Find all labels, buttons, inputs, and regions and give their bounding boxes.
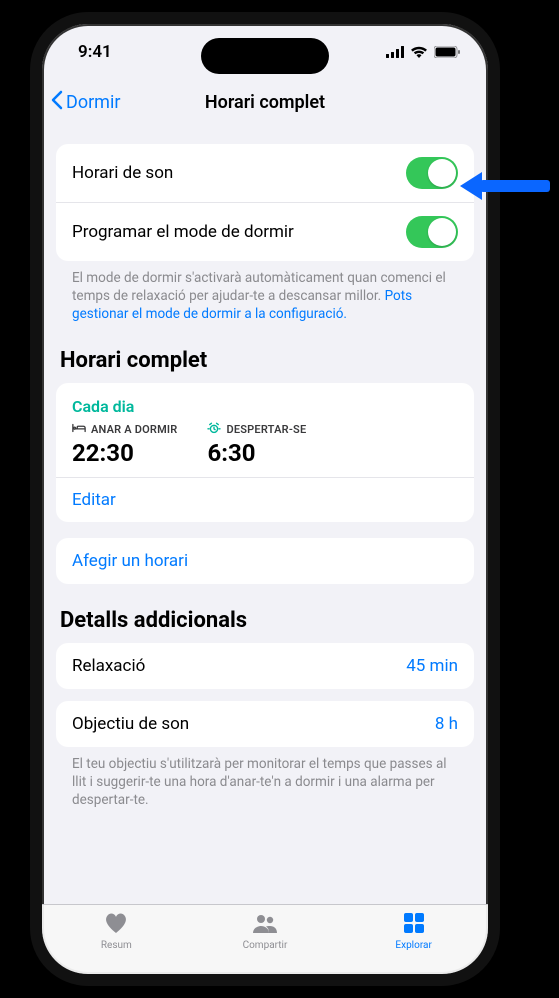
status-time: 9:41 bbox=[78, 42, 112, 62]
sleep-goal-row[interactable]: Objectiu de son 8 h bbox=[56, 701, 474, 747]
wifi-icon bbox=[410, 46, 428, 58]
alarm-icon bbox=[207, 422, 221, 437]
bedtime-block: ANAR A DORMIR 22:30 bbox=[72, 422, 177, 467]
sleep-schedule-row: Horari de son bbox=[56, 144, 474, 202]
bedtime-label: ANAR A DORMIR bbox=[91, 423, 177, 436]
heart-icon bbox=[102, 911, 130, 938]
wake-label: DESPERTAR-SE bbox=[226, 423, 306, 436]
dynamic-island bbox=[201, 38, 329, 74]
tab-browse[interactable]: Explorar bbox=[369, 911, 459, 951]
content-scroll[interactable]: Horari de son Programar el mode de dormi… bbox=[42, 134, 488, 904]
schedule-card: Cada dia ANAR A DORMIR 22:30 bbox=[56, 383, 474, 522]
goal-footnote: El teu objectiu s'utilitzarà per monitor… bbox=[56, 747, 474, 810]
nav-bar: Dormir Horari complet bbox=[42, 80, 488, 124]
back-button[interactable]: Dormir bbox=[50, 90, 120, 115]
bed-icon bbox=[72, 422, 86, 437]
callout-arrow-icon bbox=[460, 166, 550, 210]
phone-frame: 9:41 Dormir Horari complet Horari de son bbox=[30, 12, 500, 986]
chevron-left-icon bbox=[50, 90, 64, 115]
edit-schedule-button[interactable]: Editar bbox=[56, 477, 474, 522]
add-schedule-button[interactable]: Afegir un horari bbox=[56, 538, 474, 584]
page-title: Horari complet bbox=[205, 92, 325, 113]
sleep-goal-label: Objectiu de son bbox=[72, 714, 189, 734]
wake-value: 6:30 bbox=[207, 439, 306, 467]
wake-block: DESPERTAR-SE 6:30 bbox=[207, 422, 306, 467]
tab-share[interactable]: Compartir bbox=[220, 911, 310, 951]
tab-browse-label: Explorar bbox=[395, 940, 431, 951]
wind-down-value: 45 min bbox=[406, 656, 458, 676]
sleep-goal-value: 8 h bbox=[435, 714, 458, 734]
schedule-days: Cada dia bbox=[72, 397, 458, 416]
tab-summary-label: Resum bbox=[101, 940, 132, 951]
sleep-schedule-label: Horari de son bbox=[72, 163, 173, 183]
wind-down-card: Relaxació 45 min bbox=[56, 643, 474, 689]
schedule-focus-toggle[interactable] bbox=[406, 216, 458, 248]
goal-card: Objectiu de son 8 h bbox=[56, 701, 474, 747]
tab-summary[interactable]: Resum bbox=[71, 911, 161, 951]
cellular-icon bbox=[386, 46, 404, 58]
schedule-focus-label: Programar el mode de dormir bbox=[72, 222, 294, 242]
people-icon bbox=[251, 911, 279, 938]
details-header: Detalls addicionals bbox=[56, 584, 474, 643]
back-label: Dormir bbox=[66, 92, 120, 113]
tab-share-label: Compartir bbox=[243, 940, 288, 951]
toggles-card: Horari de son Programar el mode de dormi… bbox=[56, 144, 474, 261]
wind-down-row[interactable]: Relaxació 45 min bbox=[56, 643, 474, 689]
full-schedule-header: Horari complet bbox=[56, 324, 474, 383]
schedule-focus-row: Programar el mode de dormir bbox=[56, 202, 474, 261]
grid-icon bbox=[400, 911, 428, 938]
bedtime-value: 22:30 bbox=[72, 439, 177, 467]
add-schedule-card: Afegir un horari bbox=[56, 538, 474, 584]
battery-icon bbox=[434, 46, 460, 58]
sleep-schedule-toggle[interactable] bbox=[406, 157, 458, 189]
tab-bar: Resum Compartir Explorar bbox=[42, 904, 488, 974]
focus-footnote: El mode de dormir s'activarà automàticam… bbox=[56, 261, 474, 324]
wind-down-label: Relaxació bbox=[72, 656, 145, 676]
